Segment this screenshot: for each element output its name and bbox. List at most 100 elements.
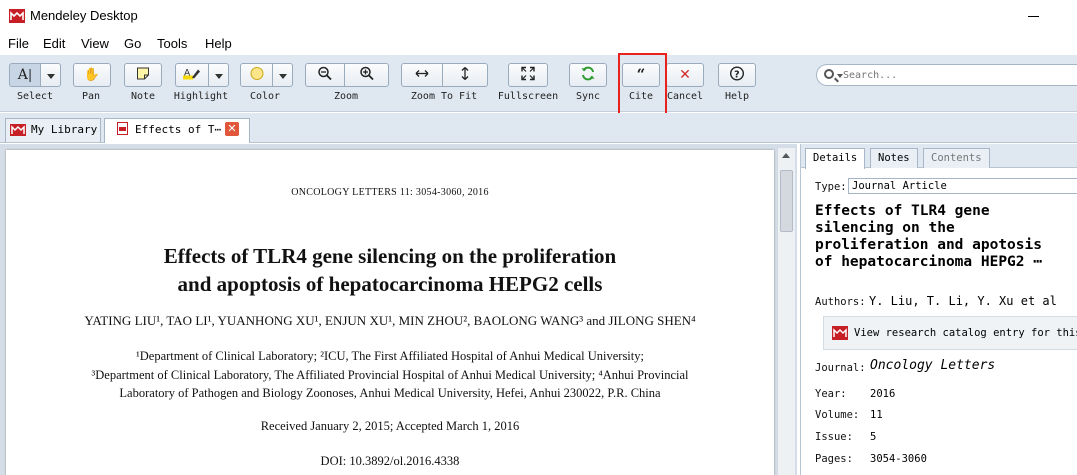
pdf-file-icon	[117, 122, 128, 135]
authors-label: Authors:	[815, 296, 866, 308]
tab-contents[interactable]: Contents	[923, 148, 990, 168]
fit-height-icon	[460, 67, 470, 84]
journal-field[interactable]: Oncology Letters	[870, 358, 995, 373]
details-panel: Details Notes Contents Type: Journal Art…	[800, 144, 1077, 475]
details-tab-bar: Details Notes Contents	[801, 144, 1077, 169]
highlight-dropdown[interactable]	[209, 63, 229, 87]
sync-icon	[581, 66, 596, 84]
pdf-affiliation-1: ¹Department of Clinical Laboratory; ²ICU…	[136, 349, 644, 363]
pan-button[interactable]: ✋	[73, 63, 111, 87]
fullscreen-label: Fullscreen	[497, 91, 559, 102]
help-button[interactable]: ?	[718, 63, 756, 87]
color-swatch-icon	[250, 67, 264, 84]
pdf-affiliation-2: ³Department of Clinical Laboratory, The …	[91, 368, 689, 382]
sync-label: Sync	[575, 91, 601, 102]
pdf-paper-title: Effects of TLR4 gene silencing on the pr…	[6, 242, 774, 298]
menu-bar: File Edit View Go Tools Help	[0, 33, 1077, 55]
search-input[interactable]	[843, 67, 1063, 83]
menu-help[interactable]: Help	[205, 36, 232, 51]
menu-view[interactable]: View	[81, 36, 109, 51]
authors-field[interactable]: Y. Liu, T. Li, Y. Xu et al	[869, 294, 1057, 308]
note-button[interactable]	[124, 63, 162, 87]
zoom-to-fit-label: Zoom To Fit	[410, 91, 478, 102]
tab-document[interactable]: Effects of T⋯ ✕	[104, 118, 250, 143]
cancel-label: Cancel	[666, 91, 704, 102]
select-dropdown[interactable]	[41, 63, 61, 87]
pdf-title-line1: Effects of TLR4 gene silencing on the pr…	[163, 244, 617, 268]
note-label: Note	[130, 91, 156, 102]
pdf-title-line2: and apoptosis of hepatocarcinoma HEPG2 c…	[177, 272, 603, 296]
highlight-button[interactable]: A	[175, 63, 209, 87]
menu-tools[interactable]: Tools	[157, 36, 187, 51]
toolbar: A| Select ✋ Pan Note A Highlight Color Z…	[0, 55, 1077, 112]
hand-icon: ✋	[83, 67, 101, 83]
help-question-icon: ?	[729, 66, 745, 84]
pdf-journal-line: ONCOLOGY LETTERS 11: 3054-3060, 2016	[291, 187, 489, 198]
zoom-in-icon	[359, 66, 374, 84]
year-field[interactable]: 2016	[870, 388, 895, 400]
type-select[interactable]: Journal Article	[848, 178, 1077, 194]
text-cursor-icon: A|	[17, 67, 33, 83]
search-box[interactable]	[816, 64, 1077, 86]
sync-button[interactable]	[569, 63, 607, 87]
color-button[interactable]	[240, 63, 273, 87]
document-title-field[interactable]: Effects of TLR4 gene silencing on the pr…	[815, 203, 1077, 271]
zoom-label: Zoom	[333, 91, 359, 102]
tab-document-label: Effects of T⋯	[135, 123, 222, 136]
fit-width-icon	[415, 69, 429, 82]
pdf-affiliation-3: Laboratory of Pathogen and Biology Zoono…	[119, 386, 661, 400]
select-label: Select	[16, 91, 54, 102]
help-label: Help	[724, 91, 750, 102]
pdf-scrollbar[interactable]	[777, 148, 795, 475]
menu-edit[interactable]: Edit	[43, 36, 65, 51]
tab-my-library-label: My Library	[31, 123, 98, 136]
year-label: Year:	[815, 388, 847, 400]
scroll-up-arrow-icon[interactable]	[782, 153, 790, 158]
mendeley-logo-icon	[9, 9, 25, 23]
issue-label: Issue:	[815, 431, 853, 443]
sticky-note-icon	[137, 67, 150, 83]
document-tab-bar: My Library Effects of T⋯ ✕	[0, 113, 1077, 143]
journal-label: Journal:	[815, 362, 866, 374]
pdf-viewer[interactable]: ONCOLOGY LETTERS 11: 3054-3060, 2016 Eff…	[0, 144, 797, 475]
zoom-out-button[interactable]	[305, 63, 345, 87]
cancel-x-icon: ✕	[679, 67, 691, 83]
color-dropdown[interactable]	[273, 63, 293, 87]
catalog-entry-text: View research catalog entry for this p	[854, 327, 1077, 339]
search-icon	[824, 69, 834, 79]
highlight-label: Highlight	[173, 91, 229, 102]
tab-notes[interactable]: Notes	[870, 148, 918, 168]
scroll-thumb[interactable]	[780, 170, 793, 232]
tab-close-icon[interactable]: ✕	[225, 122, 239, 136]
pdf-received-dates: Received January 2, 2015; Accepted March…	[260, 419, 520, 433]
menu-file[interactable]: File	[8, 36, 29, 51]
pdf-doi: DOI: 10.3892/ol.2016.4338	[320, 454, 460, 468]
issue-field[interactable]: 5	[870, 431, 876, 443]
pdf-page[interactable]: ONCOLOGY LETTERS 11: 3054-3060, 2016 Eff…	[6, 150, 774, 475]
pages-label: Pages:	[815, 453, 853, 465]
fullscreen-icon	[521, 66, 535, 84]
zoom-in-button[interactable]	[345, 63, 389, 87]
cite-highlight-annotation	[618, 53, 667, 121]
minimize-button[interactable]	[1027, 6, 1041, 24]
catalog-entry-link[interactable]: View research catalog entry for this p	[823, 316, 1077, 350]
tab-my-library[interactable]: My Library	[5, 118, 101, 142]
svg-text:A: A	[184, 69, 191, 79]
type-label: Type:	[815, 181, 847, 193]
fit-height-button[interactable]	[443, 63, 488, 87]
fit-width-button[interactable]	[401, 63, 443, 87]
pages-field[interactable]: 3054-3060	[870, 453, 927, 465]
select-button[interactable]: A|	[9, 63, 41, 87]
menu-go[interactable]: Go	[124, 36, 141, 51]
highlighter-icon: A	[183, 67, 201, 84]
cancel-button[interactable]: ✕	[666, 63, 704, 87]
volume-field[interactable]: 11	[870, 409, 883, 421]
title-bar: Mendeley Desktop	[0, 0, 1077, 32]
zoom-out-icon	[318, 66, 333, 84]
svg-text:?: ?	[734, 69, 740, 80]
tab-details[interactable]: Details	[805, 148, 866, 169]
mendeley-catalog-icon	[832, 326, 848, 340]
volume-label: Volume:	[815, 409, 860, 421]
pdf-authors: YATING LIU¹, TAO LI¹, YUANHONG XU¹, ENJU…	[84, 313, 696, 328]
fullscreen-button[interactable]	[508, 63, 548, 87]
